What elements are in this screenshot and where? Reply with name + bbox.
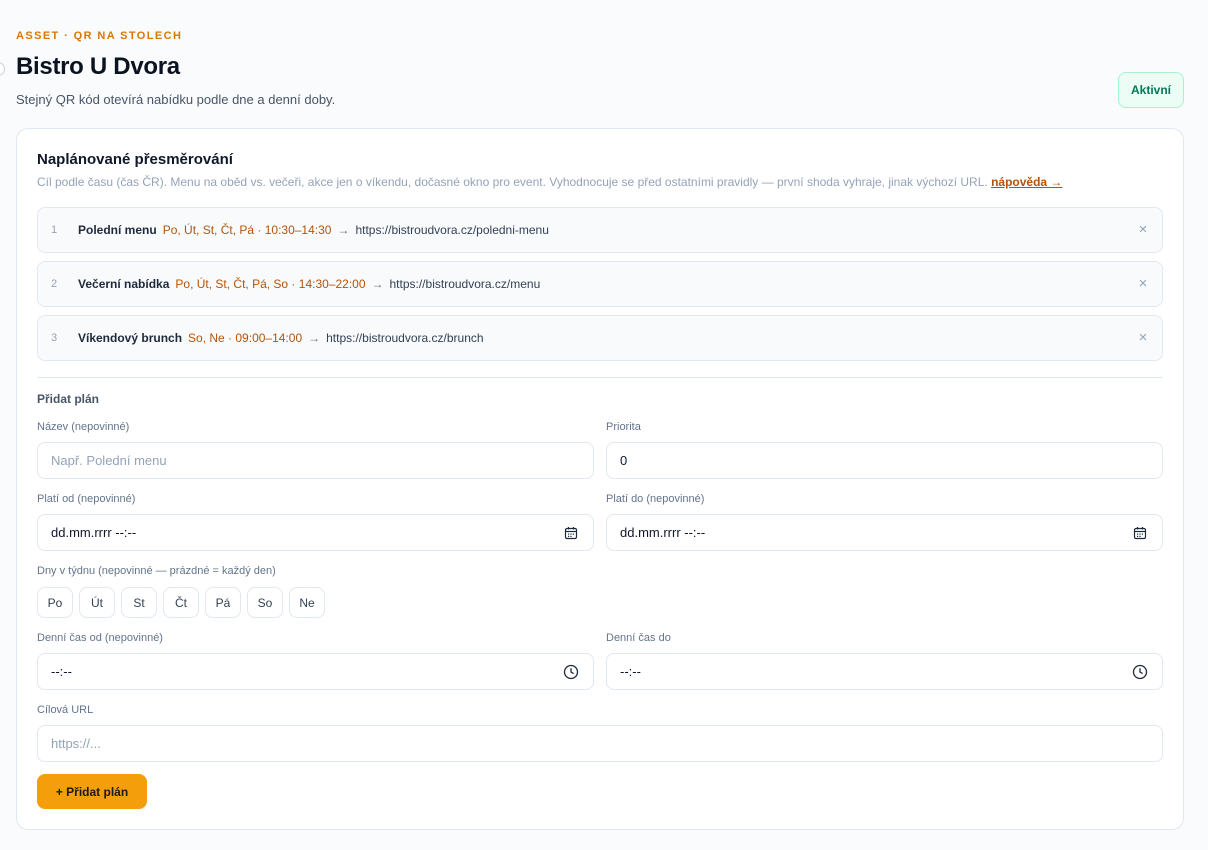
rule-name: Víkendový brunch bbox=[78, 331, 183, 345]
time-from-label: Denní čas od (nepovinné) bbox=[37, 632, 163, 644]
asset-eyebrow: ASSET · QR NA STOLECH bbox=[16, 30, 183, 42]
valid-from-input[interactable]: dd.mm.rrrr --:-- bbox=[37, 514, 594, 551]
section-description: Cíl podle času (čas ČR). Menu na oběd vs… bbox=[37, 175, 1062, 189]
rule-schedule: So, Ne · 09:00–14:00 bbox=[188, 331, 303, 345]
name-label: Název (nepovinné) bbox=[37, 421, 130, 433]
target-url-label: Cílová URL bbox=[37, 704, 94, 716]
time-to-input[interactable]: --:-- bbox=[606, 653, 1163, 690]
valid-to-input[interactable]: dd.mm.rrrr --:-- bbox=[606, 514, 1163, 551]
time-to-label: Denní čas do bbox=[606, 632, 671, 644]
rule-index: 1 bbox=[51, 224, 58, 236]
rule-index: 3 bbox=[51, 332, 58, 344]
calendar-icon[interactable] bbox=[563, 525, 579, 541]
close-icon[interactable]: × bbox=[1135, 276, 1151, 292]
day-chip-ne[interactable]: Ne bbox=[289, 587, 325, 618]
rule-schedule: Po, Út, St, Čt, Pá, So · 14:30–22:00 bbox=[175, 277, 366, 291]
rule-index: 2 bbox=[51, 278, 58, 290]
edge-handle bbox=[0, 62, 5, 76]
rule-name: Večerní nabídka bbox=[78, 277, 170, 291]
rule-url: https://bistroudvora.cz/poledni-menu bbox=[355, 223, 549, 237]
section-title: Naplánované přesměrování bbox=[37, 151, 233, 168]
arrow-right-icon: → bbox=[371, 277, 384, 291]
divider bbox=[37, 377, 1163, 378]
close-icon[interactable]: × bbox=[1135, 222, 1151, 238]
rule-item: 3 Víkendový brunch So, Ne · 09:00–14:00 … bbox=[37, 315, 1163, 361]
add-plan-button[interactable]: + Přidat plán bbox=[37, 774, 147, 809]
name-input[interactable]: Např. Polední menu bbox=[37, 442, 594, 479]
calendar-icon[interactable] bbox=[1132, 525, 1148, 541]
help-link[interactable]: nápověda → bbox=[991, 175, 1062, 189]
day-picker: Po Út St Čt Pá So Ne bbox=[37, 587, 325, 618]
name-placeholder: Např. Polední menu bbox=[51, 453, 167, 468]
time-to-value: --:-- bbox=[620, 664, 641, 679]
days-label: Dny v týdnu (nepovinné — prázdné = každý… bbox=[37, 565, 276, 577]
rule-url: https://bistroudvora.cz/brunch bbox=[326, 331, 484, 345]
rule-schedule: Po, Út, St, Čt, Pá · 10:30–14:30 bbox=[162, 223, 332, 237]
priority-input[interactable]: 0 bbox=[606, 442, 1163, 479]
rule-item: 1 Polední menu Po, Út, St, Čt, Pá · 10:3… bbox=[37, 207, 1163, 253]
status-badge: Aktivní bbox=[1118, 72, 1184, 108]
close-icon[interactable]: × bbox=[1135, 330, 1151, 346]
day-chip-so[interactable]: So bbox=[247, 587, 283, 618]
valid-to-value: dd.mm.rrrr --:-- bbox=[620, 525, 706, 540]
add-plan-title: Přidat plán bbox=[37, 392, 100, 406]
time-from-value: --:-- bbox=[51, 664, 72, 679]
day-chip-ct[interactable]: Čt bbox=[163, 587, 199, 618]
page-header: ASSET · QR NA STOLECH Bistro U Dvora Ste… bbox=[16, 0, 1184, 128]
rule-name: Polední menu bbox=[78, 223, 157, 237]
page-subtitle: Stejný QR kód otevírá nabídku podle dne … bbox=[16, 92, 336, 107]
valid-to-label: Platí do (nepovinné) bbox=[606, 493, 705, 505]
target-url-placeholder: https://... bbox=[51, 736, 101, 751]
page-title: Bistro U Dvora bbox=[16, 53, 180, 80]
target-url-input[interactable]: https://... bbox=[37, 725, 1163, 762]
section-description-text: Cíl podle času (čas ČR). Menu na oběd vs… bbox=[37, 175, 988, 189]
clock-icon[interactable] bbox=[563, 664, 579, 680]
arrow-right-icon: → bbox=[337, 223, 350, 237]
valid-from-label: Platí od (nepovinné) bbox=[37, 493, 136, 505]
rule-item: 2 Večerní nabídka Po, Út, St, Čt, Pá, So… bbox=[37, 261, 1163, 307]
clock-icon[interactable] bbox=[1132, 664, 1148, 680]
rule-list: 1 Polední menu Po, Út, St, Čt, Pá · 10:3… bbox=[37, 207, 1163, 369]
day-chip-pa[interactable]: Pá bbox=[205, 587, 241, 618]
valid-from-value: dd.mm.rrrr --:-- bbox=[51, 525, 137, 540]
scheduled-redirect-card: Naplánované přesměrování Cíl podle času … bbox=[16, 128, 1184, 830]
time-from-input[interactable]: --:-- bbox=[37, 653, 594, 690]
priority-value: 0 bbox=[620, 453, 628, 468]
day-chip-ut[interactable]: Út bbox=[79, 587, 115, 618]
arrow-right-icon: → bbox=[308, 331, 321, 345]
rule-url: https://bistroudvora.cz/menu bbox=[389, 277, 541, 291]
day-chip-po[interactable]: Po bbox=[37, 587, 73, 618]
priority-label: Priorita bbox=[606, 421, 641, 433]
day-chip-st[interactable]: St bbox=[121, 587, 157, 618]
